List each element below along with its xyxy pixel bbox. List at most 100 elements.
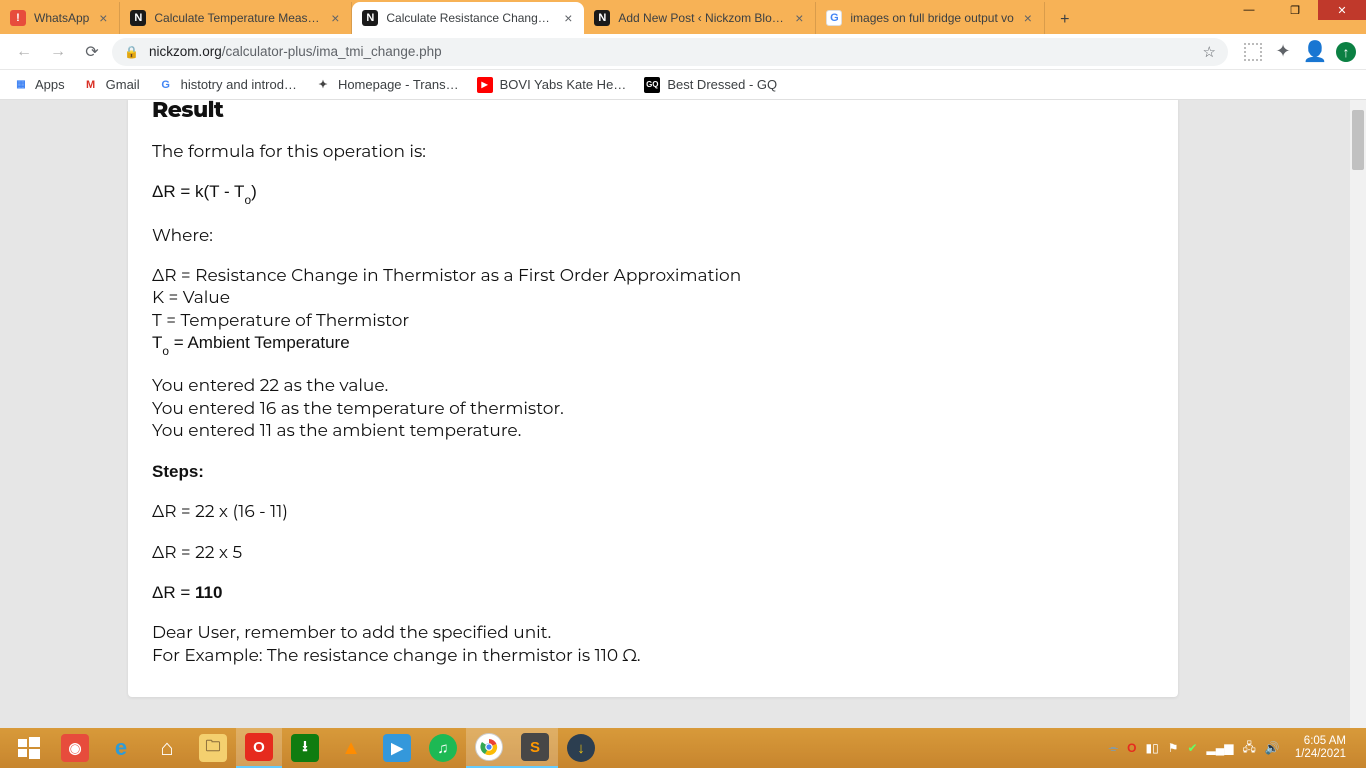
intro-text: The formula for this operation is: [152, 141, 1154, 163]
extensions-icon[interactable]: ✦ [1272, 41, 1294, 63]
taskbar-app-ie[interactable]: e [98, 728, 144, 768]
steps-label-text: Steps: [152, 462, 204, 481]
gmail-icon: M [83, 77, 99, 93]
formula-main: ΔR = k(T - T [152, 182, 244, 201]
formula-subscript: o [244, 193, 251, 207]
bookmark-gmail[interactable]: M Gmail [83, 77, 140, 93]
formula-close: ) [251, 182, 257, 201]
tab-label: Calculate Resistance Change of [386, 11, 554, 25]
battery-icon[interactable]: ▮▯ [1145, 741, 1158, 755]
google-icon: G [158, 77, 174, 93]
bookmark-label: Homepage - Trans… [338, 77, 459, 92]
wifi-icon[interactable]: ▂▄▆ [1207, 741, 1234, 755]
back-button[interactable]: ← [10, 38, 38, 66]
definition-to: To = Ambient Temperature [152, 332, 1154, 357]
vertical-scrollbar[interactable] [1350, 100, 1366, 728]
definition-dr: ΔR = Resistance Change in Thermistor as … [152, 265, 1154, 287]
close-icon[interactable]: × [791, 10, 807, 26]
bookmark-gq[interactable]: GQ Best Dressed - GQ [644, 77, 777, 93]
bluetooth-icon[interactable]: ⌯ [1109, 741, 1119, 756]
apps-icon: ▦ [12, 77, 28, 93]
gq-icon: GQ [644, 77, 660, 93]
entered-temp: You entered 16 as the temperature of the… [152, 398, 1154, 420]
shield-icon[interactable]: ✔ [1187, 741, 1197, 755]
minimize-button[interactable]: — [1226, 0, 1272, 20]
scrollbar-thumb[interactable] [1352, 110, 1364, 170]
reader-icon[interactable] [1244, 43, 1262, 61]
tab-label: WhatsApp [34, 11, 89, 25]
taskbar-app-spotify[interactable]: ♫ [420, 728, 466, 768]
system-tray: ⌯ O ▮▯ ⚑ ✔ ▂▄▆ 🖧 🔊 6:05 AM 1/24/2021 [1109, 735, 1360, 761]
taskbar-app-home[interactable]: ⌂ [144, 728, 190, 768]
forward-button[interactable]: → [44, 38, 72, 66]
result-heading: Result [152, 100, 1154, 123]
taskbar-app-vlc[interactable]: ▲ [328, 728, 374, 768]
clock-time: 6:05 AM [1295, 735, 1346, 748]
volume-icon[interactable]: 🔊 [1265, 741, 1280, 755]
tab-label: images on full bridge output vo [850, 11, 1013, 25]
def-to-subscript: o [162, 344, 169, 358]
whatsapp-icon: ! [10, 10, 26, 26]
taskbar-app-idm[interactable]: ↓ [558, 728, 604, 768]
bookmark-label: histotry and introd… [181, 77, 297, 92]
step-1: ΔR = 22 x (16 - 11) [152, 501, 1154, 523]
browser-tabs: ! WhatsApp × N Calculate Temperature Mea… [0, 0, 1079, 34]
bookmark-label: Gmail [106, 77, 140, 92]
window-controls: — ❐ ✕ [1226, 0, 1366, 28]
bookmark-youtube[interactable]: ▶ BOVI Yabs Kate He… [477, 77, 627, 93]
profile-icon[interactable]: 👤 [1304, 41, 1326, 63]
bookmark-homepage[interactable]: ✦ Homepage - Trans… [315, 77, 459, 93]
taskbar-app-chrome[interactable] [466, 728, 512, 768]
tab-label: Add New Post ‹ Nickzom Blog — [618, 11, 785, 25]
lock-icon: 🔒 [124, 45, 139, 59]
bookmark-label: Best Dressed - GQ [667, 77, 777, 92]
start-button[interactable] [6, 728, 52, 768]
nickzom-icon: N [130, 10, 146, 26]
close-icon[interactable]: × [560, 10, 576, 26]
reload-button[interactable]: ⟳ [78, 38, 106, 66]
close-icon[interactable]: × [95, 10, 111, 26]
step-2: ΔR = 22 x 5 [152, 542, 1154, 564]
omnibox[interactable]: 🔒 nickzom.org/calculator-plus/ima_tmi_ch… [112, 38, 1228, 66]
taskbar-clock[interactable]: 6:05 AM 1/24/2021 [1289, 735, 1352, 761]
bookmark-label: BOVI Yabs Kate He… [500, 77, 627, 92]
google-icon: G [826, 10, 842, 26]
tab-calc-resistance[interactable]: N Calculate Resistance Change of × [352, 2, 584, 34]
bookmark-label: Apps [35, 77, 65, 92]
new-tab-button[interactable]: + [1051, 6, 1079, 34]
tab-google-images[interactable]: G images on full bridge output vo × [816, 2, 1044, 34]
taskbar-app-sublime[interactable]: S [512, 728, 558, 768]
taskbar-app-store[interactable]: ⭳ [282, 728, 328, 768]
url-domain: nickzom.org [149, 44, 222, 59]
step-3: ΔR = 110 [152, 582, 1154, 604]
bookmark-history[interactable]: G histotry and introd… [158, 77, 297, 93]
tab-whatsapp[interactable]: ! WhatsApp × [0, 2, 120, 34]
flag-icon[interactable]: ⚑ [1168, 741, 1179, 755]
close-icon[interactable]: × [1020, 10, 1036, 26]
youtube-icon: ▶ [477, 77, 493, 93]
opera-tray-icon[interactable]: O [1127, 741, 1136, 755]
tab-label: Calculate Temperature Measurin [154, 11, 321, 25]
steps-label: Steps: [152, 461, 1154, 483]
toolbar-right: ✦ 👤 ↑ [1234, 41, 1356, 63]
bookmark-apps[interactable]: ▦ Apps [12, 77, 65, 93]
network-icon[interactable]: 🖧 [1242, 738, 1255, 759]
maximize-button[interactable]: ❐ [1272, 0, 1318, 20]
update-icon[interactable]: ↑ [1336, 42, 1356, 62]
definition-t: T = Temperature of Thermistor [152, 310, 1154, 332]
result-card: Result The formula for this operation is… [128, 100, 1178, 697]
def-to-symbol: T [152, 333, 162, 352]
tab-calc-temp[interactable]: N Calculate Temperature Measurin × [120, 2, 352, 34]
where-label: Where: [152, 225, 1154, 247]
taskbar-app-media[interactable]: ▶ [374, 728, 420, 768]
browser-titlebar: ! WhatsApp × N Calculate Temperature Mea… [0, 0, 1366, 34]
nickzom-icon: N [362, 10, 378, 26]
taskbar-app-explorer[interactable]: 🗀 [190, 728, 236, 768]
nickzom-icon: N [594, 10, 610, 26]
close-icon[interactable]: × [327, 10, 343, 26]
taskbar-app-photos[interactable]: ◉ [52, 728, 98, 768]
taskbar-app-opera[interactable]: O [236, 728, 282, 768]
bookmark-star-icon[interactable]: ☆ [1203, 43, 1216, 61]
close-window-button[interactable]: ✕ [1318, 0, 1366, 20]
tab-add-post[interactable]: N Add New Post ‹ Nickzom Blog — × [584, 2, 816, 34]
